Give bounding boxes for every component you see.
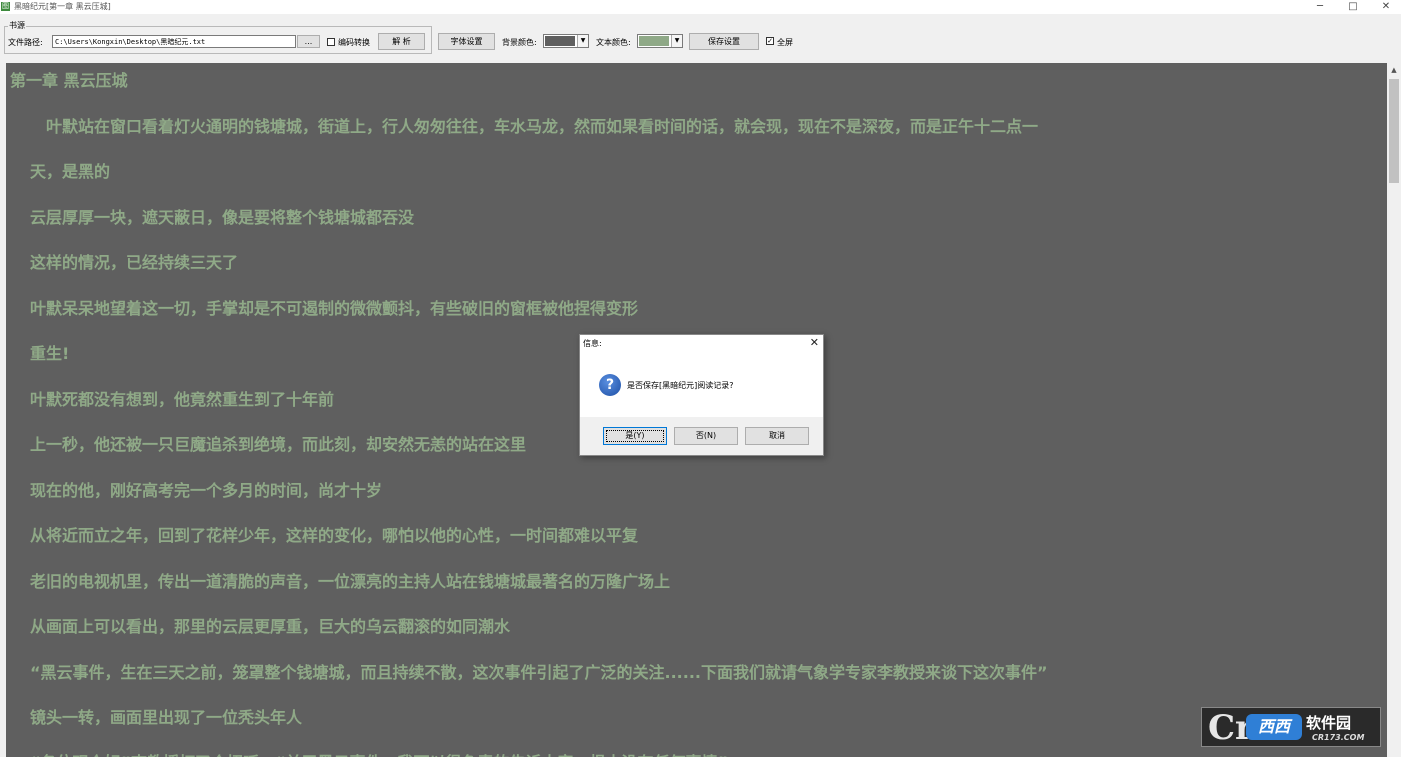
text-color-swatch	[639, 36, 669, 46]
yes-button[interactable]: 是(Y)	[603, 427, 667, 445]
title-bar: 图 黑暗纪元[第一章 黑云压城] ─ □ ✕	[0, 0, 1401, 14]
fullscreen-label: 全屏	[777, 38, 793, 47]
encoding-label: 编码转换	[338, 38, 370, 47]
browse-button[interactable]: ...	[297, 35, 320, 48]
app-icon: 图	[1, 2, 10, 11]
book-source-group-title: 书源	[8, 20, 26, 31]
paragraph: 从将近而立之年，回到了花样少年，这样的变化，哪怕以他的心性，一时间都难以平复	[30, 526, 639, 545]
watermark-suffix: 软件园	[1306, 714, 1352, 732]
text-color-picker[interactable]: ▼	[637, 34, 683, 48]
encoding-checkbox[interactable]	[327, 38, 335, 46]
site-watermark-logo: Cr 西西 软件园 CR173.COM	[1201, 707, 1381, 747]
save-record-dialog: 信息: ✕ ? 是否保存[黑暗纪元]阅读记录? 是(Y) 否(N) 取消	[579, 334, 824, 456]
bg-color-label: 背景颜色:	[502, 38, 537, 47]
paragraph: 重生!	[30, 344, 70, 363]
font-settings-button[interactable]: 字体设置	[438, 33, 495, 50]
paragraph: 镜头一转，画面里出现了一位秃头年人	[30, 708, 303, 727]
paragraph: 老旧的电视机里，传出一道清脆的声音，一位漂亮的主持人站在钱塘城最著名的万隆广场上	[30, 572, 671, 591]
paragraph: 叶默呆呆地望着这一切，手掌却是不可遏制的微微颤抖，有些破旧的窗框被他捏得变形	[30, 299, 639, 318]
chevron-down-icon[interactable]: ▼	[577, 35, 588, 47]
bg-color-picker[interactable]: ▼	[543, 34, 589, 48]
toolbar: 书源 文件路径: C:\Users\Kongxin\Desktop\黑暗纪元.t…	[0, 14, 1401, 62]
paragraph: 叶默死都没有想到，他竟然重生到了十年前	[30, 390, 335, 409]
text-color-label: 文本颜色:	[596, 38, 631, 47]
paragraph: 上一秒，他还被一只巨魔追杀到绝境，而此刻，却安然无恙的站在这里	[30, 435, 527, 454]
vertical-scrollbar[interactable]: ▲	[1387, 63, 1401, 757]
paragraph: 云层厚厚一块，遮天蔽日，像是要将整个钱塘城都吞没	[30, 208, 415, 227]
fullscreen-checkbox[interactable]: ✓	[766, 37, 774, 45]
chapter-title: 第一章 黑云压城	[10, 71, 128, 90]
watermark-brand: 西西	[1246, 714, 1302, 740]
file-path-label: 文件路径:	[8, 38, 43, 47]
close-button[interactable]: ✕	[1371, 0, 1401, 14]
dialog-message: 是否保存[黑暗纪元]阅读记录?	[627, 381, 734, 390]
chevron-down-icon[interactable]: ▼	[671, 35, 682, 47]
paragraph: 这样的情况，已经持续三天了	[30, 253, 239, 272]
parse-button[interactable]: 解 析	[378, 33, 425, 50]
dialog-title: 信息:	[583, 339, 602, 348]
save-settings-button[interactable]: 保存设置	[689, 33, 759, 50]
maximize-button[interactable]: □	[1338, 0, 1368, 14]
question-icon: ?	[599, 374, 621, 396]
watermark-domain: CR173.COM	[1312, 733, 1365, 742]
cancel-button[interactable]: 取消	[745, 427, 809, 445]
paragraph: 天，是黑的	[30, 162, 111, 181]
minimize-button[interactable]: ─	[1305, 0, 1335, 14]
paragraph: 叶默站在窗口看着灯火通明的钱塘城，街道上，行人匆匆往往，车水马龙，然而如果看时间…	[30, 117, 1039, 136]
scroll-up-arrow-icon[interactable]: ▲	[1387, 63, 1401, 77]
bg-color-swatch	[545, 36, 575, 46]
file-path-input[interactable]: C:\Users\Kongxin\Desktop\黑暗纪元.txt	[52, 35, 296, 48]
dialog-button-bar: 是(Y) 否(N) 取消	[580, 417, 823, 455]
paragraph: “各位观众好”李教授打了个招呼，“关于黑云事件，我可以很负责的告诉大家，根本没有…	[30, 749, 728, 757]
paragraph: 从画面上可以看出，那里的云层更厚重，巨大的乌云翻滚的如同潮水	[30, 617, 511, 636]
paragraph: 现在的他，刚好高考完一个多月的时间，尚才十岁	[30, 481, 383, 500]
window-title: 黑暗纪元[第一章 黑云压城]	[14, 2, 111, 11]
no-button[interactable]: 否(N)	[674, 427, 738, 445]
dialog-close-icon[interactable]: ✕	[810, 336, 819, 349]
paragraph: “黑云事件，生在三天之前，笼罩整个钱塘城，而且持续不散，这次事件引起了广泛的关注…	[30, 663, 1048, 682]
scrollbar-thumb[interactable]	[1389, 79, 1399, 183]
